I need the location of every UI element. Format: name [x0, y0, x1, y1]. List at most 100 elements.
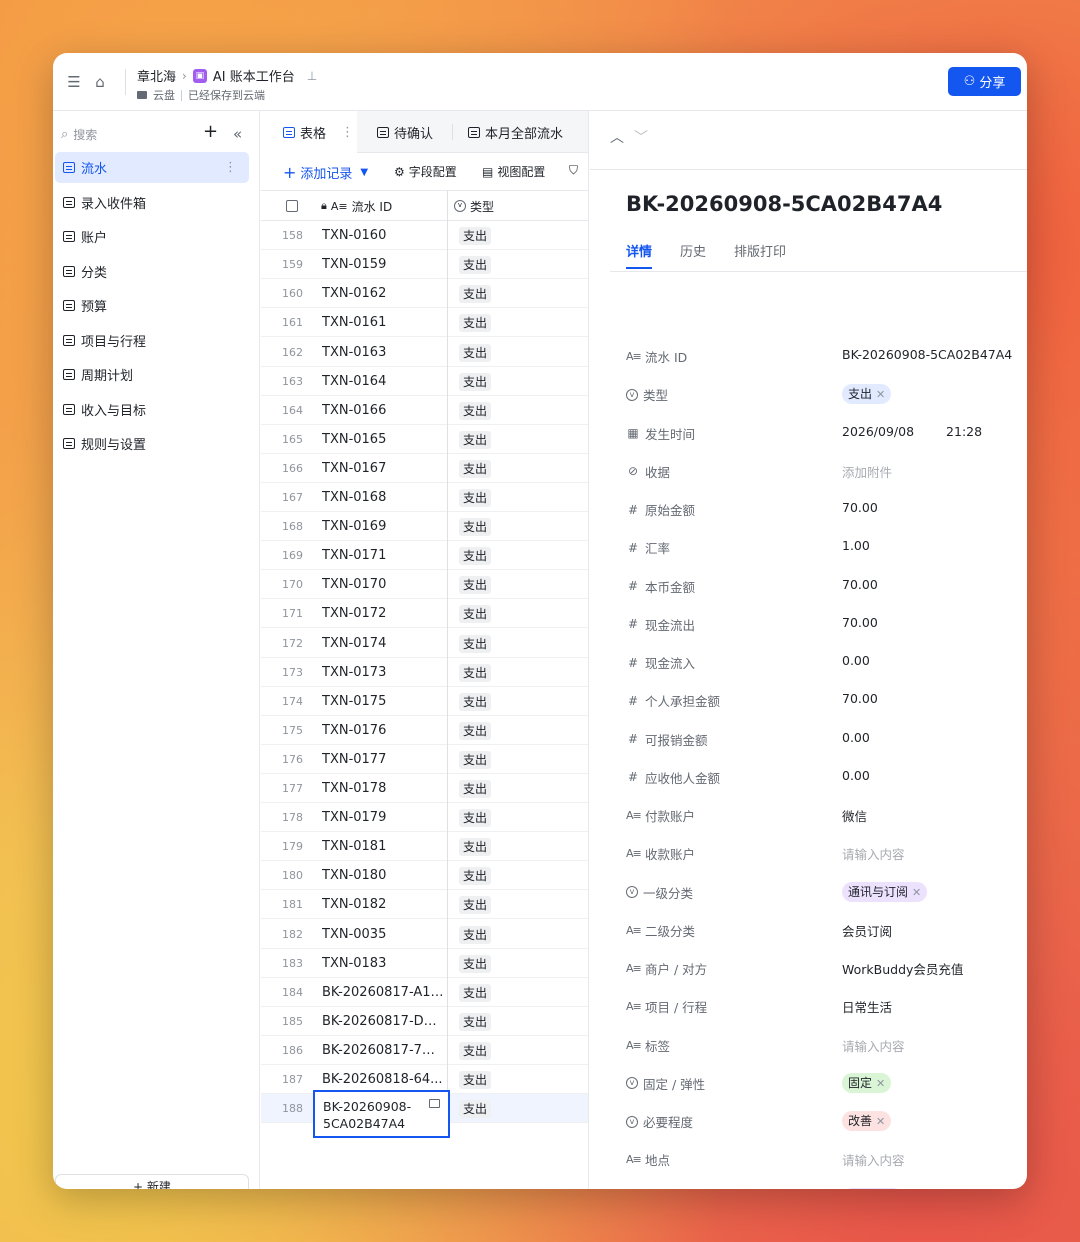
column-header-id[interactable]: 🔒︎ A≡ 流水 ID: [321, 191, 392, 221]
row-type-tag[interactable]: 支出: [459, 285, 492, 304]
field-value[interactable]: 0.00: [842, 730, 870, 745]
field-value[interactable]: 支出 ✕: [842, 384, 892, 405]
row-type-tag[interactable]: 支出: [459, 518, 492, 537]
more-icon[interactable]: ⋮: [224, 160, 237, 175]
tab-print-layout[interactable]: 排版打印: [734, 241, 786, 260]
view-config-button[interactable]: ▤ 视图配置: [482, 163, 545, 180]
remove-tag-icon[interactable]: ✕: [876, 388, 885, 401]
row-id-cell[interactable]: TXN-0163: [322, 345, 444, 360]
table-row[interactable]: 162 TXN-0163 支出: [261, 338, 588, 367]
field-value[interactable]: BK-20260908-5CA02B47A4: [842, 347, 1012, 362]
remove-tag-icon[interactable]: ✕: [912, 886, 921, 899]
table-row[interactable]: 170 TXN-0170 支出: [261, 570, 588, 600]
table-row[interactable]: 163 TXN-0164 支出: [261, 367, 588, 396]
field-value[interactable]: 0.00: [842, 768, 870, 783]
option-tag[interactable]: 固定 ✕: [842, 1072, 892, 1093]
row-id-cell[interactable]: TXN-0177: [322, 752, 444, 767]
field-value[interactable]: 2026/09/08 21:28: [842, 424, 982, 439]
row-type-tag[interactable]: 支出: [459, 896, 492, 915]
table-row[interactable]: 179 TXN-0181 支出: [261, 832, 588, 862]
sidebar-item-settings[interactable]: 规则与设置: [55, 428, 249, 459]
table-row[interactable]: 185 BK-20260817-D5... 支出: [261, 1007, 588, 1036]
chevron-down-icon[interactable]: ﹀: [634, 127, 648, 147]
expand-record-icon[interactable]: [429, 1099, 440, 1108]
field-config-button[interactable]: ⚙ 字段配置: [394, 163, 457, 180]
row-type-tag[interactable]: 支出: [459, 634, 492, 653]
table-row[interactable]: 164 TXN-0166 支出: [261, 396, 588, 425]
table-row[interactable]: 166 TXN-0167 支出: [261, 454, 588, 483]
row-type-tag[interactable]: 支出: [459, 925, 492, 944]
sidebar-item-income-goals[interactable]: 收入与目标: [55, 394, 249, 425]
row-id-cell[interactable]: TXN-0172: [322, 606, 444, 621]
field-input[interactable]: 添加附件: [842, 462, 892, 481]
tab-month-all[interactable]: 本月全部流水: [468, 111, 563, 153]
field-value[interactable]: 改善 ✕: [842, 1111, 892, 1131]
row-id-cell[interactable]: TXN-0173: [322, 665, 444, 680]
row-type-tag[interactable]: 支出: [459, 227, 492, 246]
row-type-tag[interactable]: 支出: [459, 692, 492, 711]
table-row[interactable]: 177 TXN-0178 支出: [261, 774, 588, 803]
row-type-tag[interactable]: 支出: [459, 867, 492, 886]
row-id-cell[interactable]: TXN-0170: [322, 577, 444, 592]
field-input[interactable]: 请输入内容: [842, 844, 905, 863]
row-type-tag[interactable]: 支出: [459, 1012, 492, 1031]
row-type-tag[interactable]: 支出: [459, 780, 492, 798]
table-row[interactable]: 159 TXN-0159 支出: [261, 250, 588, 280]
row-type-tag[interactable]: 支出: [459, 954, 492, 973]
editing-cell[interactable]: BK-20260908- 5CA02B47A4: [313, 1090, 450, 1138]
sidebar-item-categories[interactable]: 分类: [55, 256, 249, 287]
sidebar-item-inbox[interactable]: 录入收件箱: [55, 187, 249, 218]
table-row[interactable]: 178 TXN-0179 支出: [261, 803, 588, 833]
table-row[interactable]: 180 TXN-0180 支出: [261, 861, 588, 891]
row-id-cell[interactable]: TXN-0161: [322, 315, 444, 330]
row-id-cell[interactable]: TXN-0171: [322, 548, 444, 563]
collapse-sidebar-icon[interactable]: «: [233, 125, 242, 143]
filter-icon[interactable]: ⛉: [569, 163, 578, 178]
row-id-cell[interactable]: TXN-0168: [322, 490, 444, 505]
row-type-tag[interactable]: 支出: [459, 605, 492, 624]
row-type-tag[interactable]: 支出: [459, 489, 492, 507]
table-row[interactable]: 176 TXN-0177 支出: [261, 745, 588, 774]
row-id-cell[interactable]: BK-20260818-64...: [322, 1072, 444, 1087]
row-id-cell[interactable]: TXN-0167: [322, 461, 444, 476]
row-id-cell[interactable]: BK-20260817-D5...: [322, 1014, 444, 1029]
table-row[interactable]: 182 TXN-0035 支出: [261, 920, 588, 949]
field-value[interactable]: 70.00: [842, 500, 878, 515]
field-value[interactable]: 70.00: [842, 691, 878, 706]
row-id-cell[interactable]: TXN-0183: [322, 956, 444, 971]
row-type-tag[interactable]: 支出: [459, 809, 492, 828]
table-row[interactable]: 183 TXN-0183 支出: [261, 949, 588, 978]
sidebar-item-accounts[interactable]: 账户: [55, 221, 249, 252]
share-button[interactable]: ⚇ 分享: [948, 67, 1021, 96]
row-type-tag[interactable]: 支出: [459, 547, 492, 566]
row-type-tag[interactable]: 支出: [459, 663, 492, 682]
new-button[interactable]: + 新建: [55, 1174, 249, 1189]
field-value[interactable]: 0.00: [842, 653, 870, 668]
table-row[interactable]: 165 TXN-0165 支出: [261, 425, 588, 454]
tab-table[interactable]: 表格 ⋮: [261, 111, 357, 153]
sidebar-item-liushui[interactable]: 流水 ⋮: [55, 152, 249, 183]
row-type-tag[interactable]: 支出: [459, 1100, 492, 1119]
table-row[interactable]: 172 TXN-0174 支出: [261, 629, 588, 658]
field-input[interactable]: 请输入内容: [842, 1150, 905, 1169]
row-id-cell[interactable]: TXN-0178: [322, 781, 444, 796]
field-input[interactable]: 请输入内容: [842, 1036, 905, 1055]
field-value[interactable]: 70.00: [842, 615, 878, 630]
row-id-cell[interactable]: TXN-0182: [322, 897, 444, 912]
row-id-cell[interactable]: TXN-0164: [322, 374, 444, 389]
tab-history[interactable]: 历史: [680, 241, 706, 260]
table-row[interactable]: 175 TXN-0176 支出: [261, 716, 588, 745]
table-row[interactable]: 167 TXN-0168 支出: [261, 483, 588, 512]
row-type-tag[interactable]: 支出: [459, 1071, 492, 1089]
column-header-type[interactable]: v 类型: [454, 191, 494, 221]
row-type-tag[interactable]: 支出: [459, 372, 492, 391]
add-record-button[interactable]: + 添加记录 ▼: [283, 163, 368, 182]
row-id-cell[interactable]: BK-20260817-7D...: [322, 1043, 444, 1058]
row-id-cell[interactable]: TXN-0169: [322, 519, 444, 534]
row-type-tag[interactable]: 支出: [459, 1041, 492, 1060]
field-value[interactable]: 1.00: [842, 538, 870, 553]
row-type-tag[interactable]: 支出: [459, 576, 492, 595]
sidebar-item-recurring[interactable]: 周期计划: [55, 359, 249, 390]
row-id-cell[interactable]: TXN-0165: [322, 432, 444, 447]
option-tag[interactable]: 通讯与订阅 ✕: [842, 881, 928, 902]
